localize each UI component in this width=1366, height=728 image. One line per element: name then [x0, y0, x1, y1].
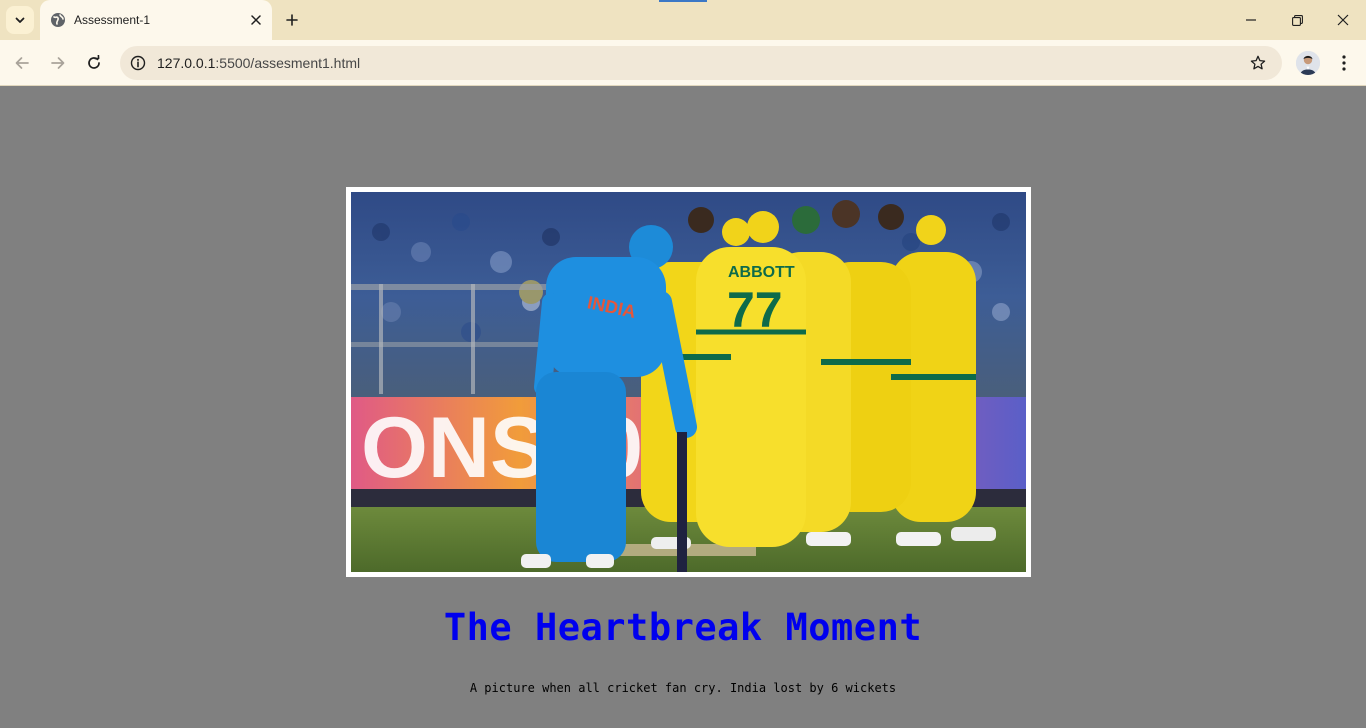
close-icon	[251, 15, 261, 25]
browser-toolbar: 127.0.0.1:5500/assesment1.html	[0, 40, 1366, 86]
forward-button[interactable]	[42, 47, 74, 79]
globe-icon	[50, 12, 66, 28]
url-path: :5500/assesment1.html	[215, 55, 361, 71]
tab-close-button[interactable]	[244, 8, 268, 32]
address-bar[interactable]: 127.0.0.1:5500/assesment1.html	[120, 46, 1282, 80]
window-close-icon	[1337, 14, 1349, 26]
profile-avatar[interactable]	[1296, 51, 1320, 75]
back-button[interactable]	[6, 47, 38, 79]
tab-search-button[interactable]	[6, 6, 34, 34]
cricket-photo: ONS20 ABBOTT 77 INDIA	[351, 192, 1026, 572]
page-heading: The Heartbreak Moment	[443, 606, 923, 649]
minimize-button[interactable]	[1228, 0, 1274, 40]
reload-icon	[88, 55, 100, 69]
chevron-down-icon	[15, 17, 25, 23]
tab-strip-highlight	[659, 0, 707, 2]
url-host: 127.0.0.1	[157, 55, 216, 71]
plus-icon	[286, 14, 298, 26]
active-tab[interactable]: Assessment-1	[40, 0, 272, 40]
url-text[interactable]: 127.0.0.1:5500/assesment1.html	[157, 55, 1242, 71]
minimize-icon	[1246, 19, 1256, 21]
reload-button[interactable]	[78, 47, 110, 79]
back-arrow-icon	[15, 57, 29, 69]
window-close-button[interactable]	[1320, 0, 1366, 40]
restore-icon	[1291, 14, 1303, 26]
tab-strip: Assessment-1	[0, 0, 1366, 40]
photo-caption: A picture when all cricket fan cry. Indi…	[469, 681, 897, 695]
avatar-image	[1296, 51, 1320, 75]
page-viewport: ONS20 ABBOTT 77 INDIA The Heartbreak Mom…	[0, 87, 1366, 728]
site-info-button[interactable]	[122, 47, 154, 79]
tab-title: Assessment-1	[74, 13, 151, 27]
bookmark-button[interactable]	[1242, 47, 1274, 79]
more-vert-icon	[1342, 55, 1346, 71]
player-number-text: 77	[727, 282, 783, 338]
browser-menu-button[interactable]	[1330, 47, 1358, 79]
info-icon	[130, 55, 146, 71]
new-tab-button[interactable]	[280, 6, 304, 34]
photo-frame: ONS20 ABBOTT 77 INDIA	[346, 187, 1031, 577]
forward-arrow-icon	[51, 57, 65, 69]
restore-button[interactable]	[1274, 0, 1320, 40]
player-name-text: ABBOTT	[728, 264, 795, 281]
star-icon	[1250, 55, 1266, 70]
